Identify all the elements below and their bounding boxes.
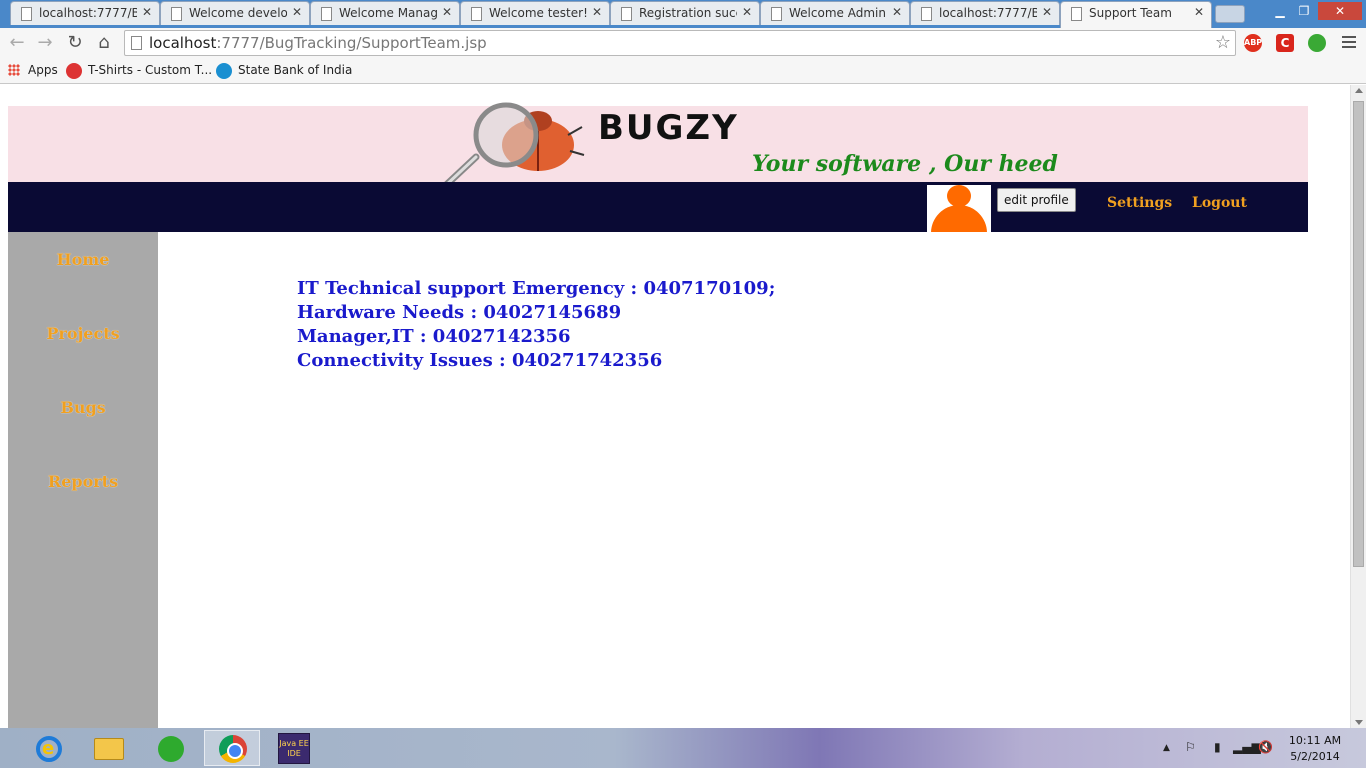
magnifier-bug-logo [440,102,585,191]
browser-toolbar: ← → ↻ ⌂ localhost:7777/BugTracking/Suppo… [0,28,1366,58]
close-icon[interactable]: ✕ [892,5,902,19]
battery-icon[interactable]: ▮ [1214,740,1221,754]
browser-tab[interactable]: localhost:7777/Bu ✕ [910,1,1060,25]
back-icon[interactable]: ← [6,32,28,54]
close-icon[interactable]: ✕ [292,5,302,19]
sidebar-item-home[interactable]: Home [8,250,158,269]
network-signal-icon[interactable]: ▂▄▆ [1233,740,1261,754]
tab-title: Welcome develop [189,6,287,20]
internet-explorer-icon[interactable]: e [18,730,74,766]
browser-tab[interactable]: Registration succe ✕ [610,1,760,25]
chrome-icon[interactable] [204,730,260,766]
tab-title: Registration succe [639,6,737,20]
support-line-manager: Manager,IT : 04027142356 [297,326,571,347]
scroll-down-icon[interactable] [1355,720,1363,725]
apps-grid-icon [8,64,20,76]
tab-title: Welcome Manage [339,6,437,20]
clock-time: 10:11 AM [1288,734,1342,747]
tshirt-site-icon [66,63,82,79]
sidebar-item-projects[interactable]: Projects [8,324,158,343]
bookmark-sbi[interactable]: State Bank of India [238,63,352,77]
edit-profile-button[interactable]: edit profile [997,188,1076,212]
page-icon [1071,7,1082,21]
user-avatar-icon [927,185,991,232]
restore-icon[interactable]: ❐ [1292,2,1316,20]
page-icon [621,7,632,21]
sidebar-item-reports[interactable]: Reports [8,472,158,491]
support-line-connectivity: Connectivity Issues : 040271742356 [297,350,663,371]
page-icon [171,7,182,21]
extension-green-icon[interactable] [1308,34,1326,52]
page-viewport: BUGZY Your software , Our heed edit prof… [0,85,1350,728]
page-icon [321,7,332,21]
close-icon[interactable]: ✕ [442,5,452,19]
show-hidden-icons-icon[interactable]: ▲ [1163,743,1170,753]
close-icon[interactable]: ✕ [1194,5,1204,19]
url-path: :7777/BugTracking/SupportTeam.jsp [216,34,487,52]
support-line-hardware: Hardware Needs : 04027145689 [297,302,622,323]
taskbar-clock[interactable]: 10:11 AM 5/2/2014 [1285,733,1345,765]
bookmark-apps[interactable]: Apps [28,63,58,77]
file-explorer-icon[interactable] [80,730,136,766]
logout-link[interactable]: Logout [1192,195,1247,211]
support-line-emergency: IT Technical support Emergency : 0407170… [297,278,776,299]
minimize-icon[interactable]: ▁ [1268,2,1292,20]
extension-c-icon[interactable]: C [1276,34,1294,52]
reload-icon[interactable]: ↻ [64,32,86,54]
vertical-scrollbar[interactable] [1350,85,1366,728]
close-icon[interactable]: ✕ [142,5,152,19]
browser-tab[interactable]: localhost:7777/Bu ✕ [10,1,160,25]
scroll-thumb[interactable] [1353,101,1364,567]
close-icon[interactable]: ✕ [592,5,602,19]
new-tab-button[interactable] [1215,5,1245,23]
sidebar-item-bugs[interactable]: Bugs [8,398,158,417]
windows-taskbar: e Java EE IDE ▲ ⚐ ▮ ▂▄▆ 🔇 [0,728,1366,768]
address-bar[interactable]: localhost:7777/BugTracking/SupportTeam.j… [124,30,1236,56]
url-text[interactable]: localhost:7777/BugTracking/SupportTeam.j… [149,34,487,52]
tab-title: Support Team [1089,6,1172,20]
tab-title: localhost:7777/Bu [39,6,137,20]
settings-link[interactable]: Settings [1107,195,1172,211]
browser-tab[interactable]: Welcome develop ✕ [160,1,310,25]
paw-app-icon[interactable] [142,730,198,766]
bookmark-tshirts[interactable]: T-Shirts - Custom T... [88,63,212,77]
browser-tab[interactable]: Welcome tester! ✕ [460,1,610,25]
page-icon [131,36,142,50]
volume-muted-icon[interactable]: 🔇 [1258,740,1273,754]
window-close-icon[interactable]: ✕ [1318,2,1362,20]
adblock-plus-icon[interactable]: ABP [1244,34,1262,52]
site-tagline: Your software , Our heed [752,151,1058,177]
page-icon [21,7,32,21]
forward-icon[interactable]: → [34,32,56,54]
clock-date: 5/2/2014 [1290,750,1340,763]
browser-tab-active[interactable]: Support Team ✕ [1060,1,1212,28]
scroll-up-icon[interactable] [1355,88,1363,93]
browser-tab[interactable]: Welcome Admin ✕ [760,1,910,25]
browser-tab-strip: localhost:7777/Bu ✕ Welcome develop ✕ We… [0,0,1366,28]
sidebar-nav: Home Projects Bugs Reports [8,232,158,728]
bookmark-star-icon[interactable]: ☆ [1215,32,1231,53]
close-icon[interactable]: ✕ [742,5,752,19]
tab-title: Welcome Admin [789,6,886,20]
action-center-flag-icon[interactable]: ⚐ [1185,740,1196,754]
sbi-logo-icon [216,63,232,79]
page-icon [921,7,932,21]
java-ee-ide-icon[interactable]: Java EE IDE [266,730,322,766]
home-icon[interactable]: ⌂ [93,32,115,54]
page-icon [471,7,482,21]
close-icon[interactable]: ✕ [1042,5,1052,19]
url-host: localhost [149,34,217,52]
site-brand-title: BUGZY [598,108,739,148]
bookmarks-bar: Apps T-Shirts - Custom T... State Bank o… [0,58,1366,84]
browser-tab[interactable]: Welcome Manage ✕ [310,1,460,25]
chrome-menu-icon[interactable] [1342,36,1356,51]
tab-title: Welcome tester! [489,6,587,20]
support-contacts: IT Technical support Emergency : 0407170… [297,277,775,373]
page-icon [771,7,782,21]
tab-title: localhost:7777/Bu [939,6,1037,20]
